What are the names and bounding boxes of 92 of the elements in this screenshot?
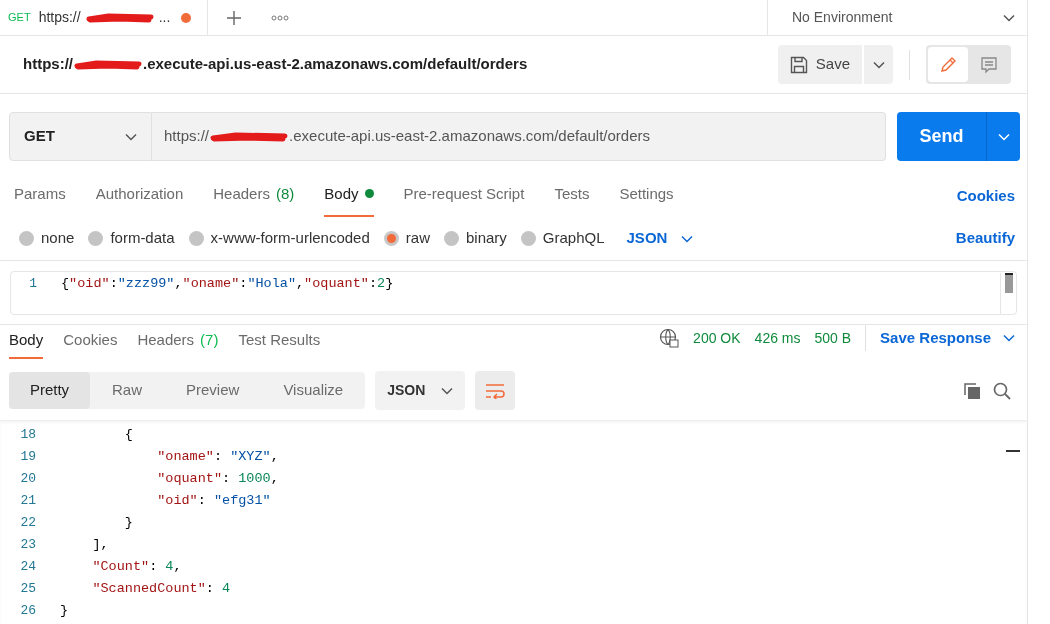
- response-tab[interactable]: Body: [9, 328, 44, 359]
- response-time: 426 ms: [754, 328, 801, 348]
- radio-option[interactable]: none: [19, 227, 75, 250]
- wrap-lines-button[interactable]: [475, 371, 516, 410]
- request-tab[interactable]: Settings: [619, 182, 674, 217]
- radio-option[interactable]: binary: [443, 227, 507, 250]
- code-line: "oquant": 1000,: [156, 469, 279, 488]
- view-mode-tab[interactable]: Preview: [164, 372, 262, 409]
- code-line: ],: [91, 535, 109, 554]
- code-editor[interactable]: 1 {"oid":"zzz99","oname":"Hola","oquant":2}: [10, 271, 1017, 315]
- chevron-down-icon: [1003, 334, 1015, 342]
- response-size: 500 B: [814, 328, 852, 348]
- line-number: 24: [19, 558, 37, 577]
- copy-icon: [963, 381, 981, 400]
- code-line: {"oid":"zzz99","oname":"Hola","oquant":2}: [61, 274, 394, 293]
- view-mode-tab[interactable]: Raw: [90, 372, 164, 409]
- request-title-end: .execute-api.us-east-2.amazonaws.com/default/orders: [143, 54, 528, 75]
- mode-toggle[interactable]: [926, 45, 1011, 84]
- scroll-marker: [1006, 450, 1020, 452]
- chevron-down-icon: [872, 60, 885, 69]
- radio-option[interactable]: GraphQL: [520, 227, 605, 250]
- line-number: 19: [19, 448, 37, 467]
- tab-title-ellipsis: ...: [158, 8, 171, 27]
- cookies-link[interactable]: Cookies: [956, 184, 1015, 217]
- language-select[interactable]: JSON: [626, 227, 694, 250]
- radio-button[interactable]: [19, 231, 34, 246]
- beautify-link[interactable]: Beautify: [955, 227, 1015, 250]
- edit-mode-button[interactable]: [928, 47, 968, 82]
- scrollbar-thumb[interactable]: [1004, 273, 1013, 293]
- radio-option[interactable]: x-www-form-urlencoded: [188, 227, 370, 250]
- chevron-down-icon: [125, 132, 137, 141]
- request-tab[interactable]: Headers (8): [213, 182, 295, 217]
- response-tab[interactable]: Test Results: [238, 328, 321, 359]
- method-label: GET: [8, 10, 31, 26]
- code-line: "oid": "efg31": [156, 491, 271, 510]
- line-number: 18: [19, 426, 37, 445]
- search-icon: [993, 381, 1011, 400]
- response-tab[interactable]: Cookies: [63, 328, 118, 359]
- radio-button[interactable]: [520, 231, 536, 246]
- line-number: 23: [19, 536, 37, 555]
- redaction-mark: [84, 10, 155, 25]
- code-line: "ScannedCount": 4: [91, 579, 231, 598]
- chevron-down-icon: [997, 132, 1010, 141]
- radio-button[interactable]: [443, 231, 459, 246]
- tab-title: https://: [38, 8, 81, 27]
- copy-button[interactable]: [963, 381, 981, 400]
- pencil-icon: [939, 55, 957, 74]
- comment-icon: [980, 55, 998, 74]
- globe-lock-icon: [659, 328, 680, 348]
- response-tab[interactable]: Headers (7): [137, 328, 219, 359]
- code-line: "Count": 4,: [91, 557, 182, 576]
- environment-select[interactable]: No Environment: [767, 0, 1027, 35]
- send-button[interactable]: Send: [897, 112, 986, 161]
- radio-option[interactable]: form-data: [88, 227, 175, 250]
- view-mode-tab[interactable]: Visualize: [261, 372, 366, 409]
- request-tab[interactable]: Authorization: [95, 182, 184, 217]
- view-mode-tab[interactable]: Pretty: [9, 372, 90, 409]
- request-tab[interactable]: Tests: [554, 182, 590, 217]
- save-options-button[interactable]: [864, 45, 893, 84]
- search-button[interactable]: [993, 381, 1011, 400]
- line-number: 25: [19, 580, 37, 599]
- more-icon: [271, 14, 289, 21]
- save-button[interactable]: Save: [777, 45, 862, 84]
- chevron-down-icon: [441, 386, 454, 395]
- chevron-down-icon: [1003, 13, 1015, 22]
- request-title-start: https://: [23, 54, 73, 75]
- request-tab[interactable]: Pre-request Script: [403, 182, 525, 217]
- wrap-lines-icon: [485, 382, 506, 399]
- line-number: 21: [19, 492, 37, 511]
- method-select[interactable]: GET: [9, 112, 152, 161]
- line-number: 26: [19, 602, 37, 621]
- code-line: "oname": "XYZ",: [156, 447, 279, 466]
- response-format-select[interactable]: JSON: [375, 371, 466, 410]
- radio-button[interactable]: [188, 231, 204, 246]
- request-tab[interactable]: Body: [324, 182, 374, 217]
- plus-icon: [226, 9, 242, 26]
- code-line: {: [123, 425, 133, 444]
- code-line: }: [60, 601, 69, 620]
- code-line: }: [123, 513, 133, 532]
- url-field[interactable]: https:// .execute-api.us-east-2.amazonaws.com/default/orders: [152, 112, 886, 161]
- radio-button[interactable]: [88, 231, 104, 246]
- request-tab[interactable]: Params: [14, 182, 66, 217]
- line-number: 1: [28, 275, 38, 294]
- send-options-button[interactable]: [986, 112, 1020, 161]
- redaction-mark: [73, 57, 143, 72]
- chevron-down-icon: [681, 234, 694, 243]
- line-number: 22: [19, 514, 37, 533]
- radio-option[interactable]: raw: [383, 227, 430, 250]
- save-response-button[interactable]: Save Response: [880, 326, 1015, 350]
- radio-button[interactable]: [383, 231, 399, 246]
- line-number: 20: [19, 470, 37, 489]
- status-code: 200 OK: [693, 328, 741, 348]
